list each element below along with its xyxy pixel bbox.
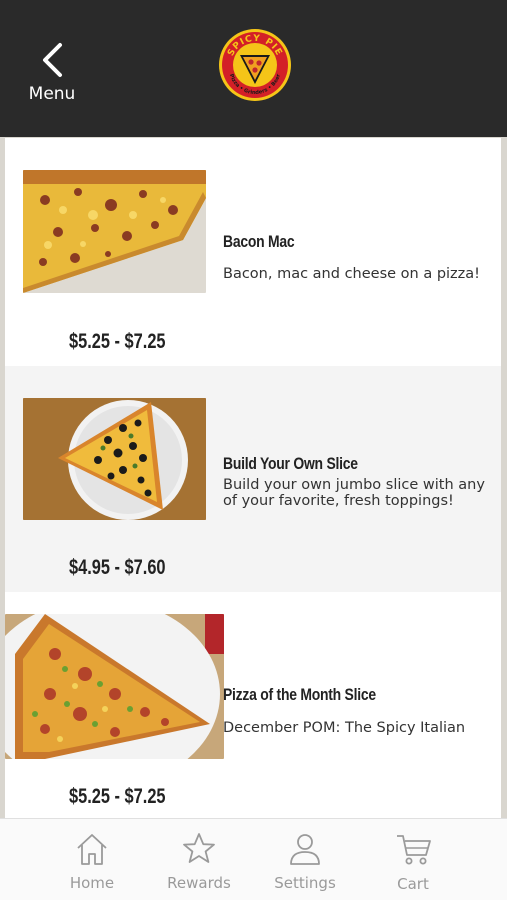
tab-label: Rewards (167, 874, 231, 892)
user-icon (290, 834, 320, 865)
chevron-left-icon (43, 43, 62, 77)
item-price: $4.95 - $7.60 (69, 556, 166, 579)
pizza-of-the-month-image (5, 614, 224, 759)
item-title: Pizza of the Month Slice (223, 685, 376, 704)
tab-settings[interactable]: Settings (255, 819, 355, 900)
item-price: $5.25 - $7.25 (69, 785, 166, 808)
item-title: Build Your Own Slice (223, 454, 358, 473)
back-label: Menu (28, 84, 76, 104)
bottom-tab-bar: Home Rewards Settings Cart (0, 818, 507, 900)
menu-item-build-your-own-slice[interactable]: Build Your Own Slice Build your own jumb… (5, 366, 501, 592)
item-description: Build your own jumbo slice with any of y… (223, 477, 485, 509)
home-icon (77, 834, 107, 865)
bacon-mac-image (23, 170, 206, 293)
menu-item-bacon-mac[interactable]: Bacon Mac Bacon, mac and cheese on a piz… (5, 138, 501, 366)
menu-item-list: Bacon Mac Bacon, mac and cheese on a piz… (5, 138, 501, 818)
tab-cart[interactable]: Cart (363, 819, 463, 900)
tab-home[interactable]: Home (42, 819, 142, 900)
header-bar: Menu SPICY PIE Pizza • Grinders • Beer (0, 0, 507, 137)
item-description: December POM: The Spicy Italian (223, 720, 466, 736)
item-price: $5.25 - $7.25 (69, 330, 166, 353)
cart-icon (397, 835, 431, 865)
spicy-pie-logo: SPICY PIE Pizza • Grinders • Beer (219, 29, 291, 101)
tab-label: Home (69, 874, 115, 892)
menu-item-pizza-of-the-month[interactable]: Pizza of the Month Slice December POM: T… (5, 592, 501, 818)
tab-rewards[interactable]: Rewards (149, 819, 249, 900)
item-title: Bacon Mac (223, 232, 295, 251)
back-button[interactable]: Menu (22, 38, 82, 108)
star-icon (183, 833, 215, 863)
tab-label: Cart (397, 875, 429, 893)
item-description: Bacon, mac and cheese on a pizza! (223, 266, 480, 282)
tab-label: Settings (274, 874, 336, 892)
build-your-own-image (23, 398, 206, 520)
